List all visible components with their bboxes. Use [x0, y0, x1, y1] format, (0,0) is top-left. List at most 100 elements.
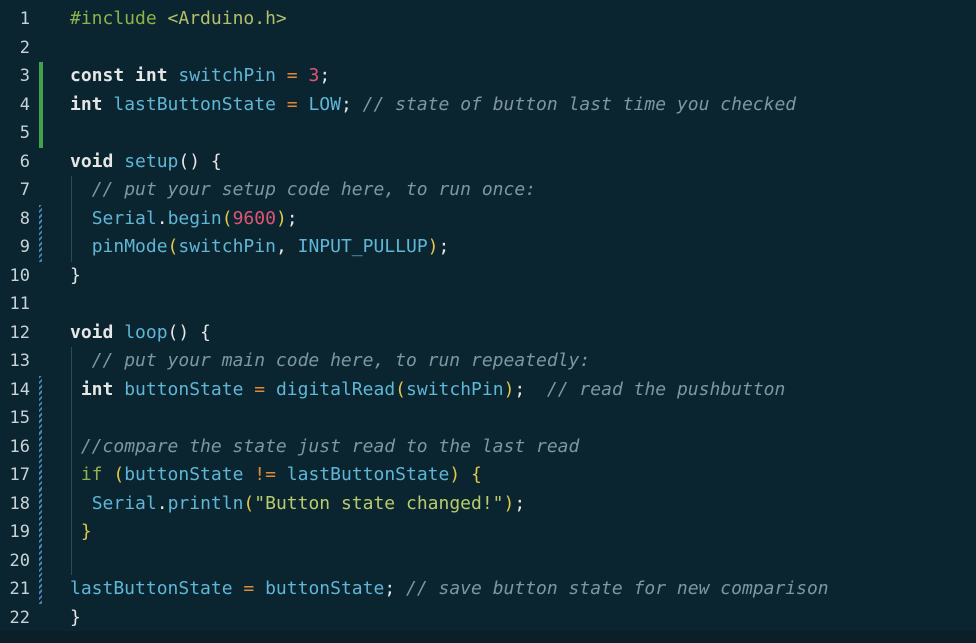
code-line[interactable]: 10}: [0, 262, 976, 291]
code-token: lastButtonState: [113, 93, 276, 115]
code-token: // put your main code here, to run repea…: [91, 350, 591, 371]
line-number: 7: [19, 180, 30, 200]
code-line[interactable]: 3 const int switchPin = 3;: [0, 62, 976, 91]
code-token: (: [221, 207, 233, 229]
line-number: 5: [19, 123, 30, 143]
gutter-added-marker[interactable]: [39, 62, 43, 91]
code-line[interactable]: 12 void loop() {: [0, 319, 976, 348]
code-line[interactable]: 1 #include <Arduino.h>: [0, 5, 976, 34]
code-line[interactable]: 5: [0, 119, 976, 148]
code-line[interactable]: 13 // put your main code here, to run re…: [0, 347, 976, 376]
code-line[interactable]: 7 // put your setup code here, to run on…: [0, 176, 976, 205]
gutter-modified-marker[interactable]: [39, 518, 42, 547]
gutter-modified-marker[interactable]: [39, 404, 42, 433]
gutter-modified-marker[interactable]: [39, 489, 42, 518]
code-token: =: [254, 378, 266, 400]
code-token: lastButtonState: [70, 578, 233, 599]
code-line[interactable]: 22}: [0, 604, 976, 633]
code-text: // put your setup code here, to run once…: [70, 176, 536, 205]
code-token: ): [503, 378, 515, 400]
code-token: switchPin: [406, 378, 504, 400]
code-line[interactable]: 14 int buttonState = digitalRead(switchP…: [0, 375, 976, 404]
line-number: 17: [9, 465, 30, 485]
code-text: Serial.println("Button state changed!");: [70, 490, 526, 519]
line-number: 21: [9, 579, 30, 599]
code-text: const int switchPin = 3;: [70, 62, 330, 91]
code-token: // read the pushbutton: [546, 378, 786, 400]
code-token: ;: [319, 65, 331, 86]
code-token: LOW: [308, 93, 341, 115]
code-line[interactable]: 9 pinMode(switchPin, INPUT_PULLUP);: [0, 233, 976, 262]
code-line[interactable]: 17 if (buttonState != lastButtonState) {: [0, 461, 976, 490]
gutter-modified-marker[interactable]: [39, 546, 42, 575]
code-token: loop: [124, 321, 168, 343]
code-token: //compare the state just read to the las…: [80, 435, 580, 457]
gutter-added-marker[interactable]: [39, 90, 43, 119]
code-token: }: [80, 521, 92, 542]
code-token: lastButtonState: [286, 464, 450, 485]
code-text: Serial.begin(9600);: [70, 205, 298, 234]
code-text: if (buttonState != lastButtonState) {: [70, 461, 482, 490]
code-token: ): [449, 464, 461, 485]
code-line[interactable]: 2: [0, 34, 976, 63]
line-number: 2: [19, 37, 30, 58]
code-token: int: [135, 65, 179, 86]
code-token: (: [113, 464, 125, 485]
code-token: =: [286, 93, 298, 115]
gutter-modified-marker[interactable]: [39, 432, 42, 461]
code-line[interactable]: 21 lastButtonState = buttonState; // save…: [0, 575, 976, 604]
line-number: 15: [9, 408, 30, 428]
code-token: println: [167, 492, 244, 514]
code-token: buttonState: [265, 578, 385, 599]
code-token: .: [156, 207, 168, 229]
gutter-modified-marker[interactable]: [39, 375, 42, 404]
gutter-modified-marker[interactable]: [39, 204, 42, 233]
code-token: (: [395, 378, 407, 400]
code-token: }: [70, 606, 81, 628]
code-line[interactable]: 18 Serial.println("Button state changed!…: [0, 489, 976, 519]
code-line[interactable]: 6 void setup() {: [0, 148, 976, 177]
code-token: #include: [70, 8, 168, 29]
line-number: 10: [9, 265, 30, 286]
line-number: 9: [19, 237, 30, 257]
code-line[interactable]: 19 }: [0, 518, 976, 547]
code-editor[interactable]: 1 #include <Arduino.h> 2 3 const int switchP…: [0, 0, 976, 643]
line-number: 22: [9, 607, 30, 628]
code-token: {: [471, 464, 482, 485]
code-text: int lastButtonState = LOW; // state of b…: [70, 91, 796, 120]
code-text: lastButtonState = buttonState; // save b…: [70, 575, 829, 604]
code-text: // put your main code here, to run repea…: [70, 347, 591, 376]
code-token: int: [80, 378, 125, 400]
line-number: 4: [19, 94, 30, 115]
gutter-added-marker[interactable]: [39, 119, 43, 148]
gutter-modified-marker[interactable]: [39, 233, 42, 262]
code-token: int: [70, 93, 114, 115]
code-line[interactable]: 16 //compare the state just read to the …: [0, 432, 976, 461]
code-text: pinMode(switchPin, INPUT_PULLUP);: [70, 233, 450, 262]
gutter-modified-marker[interactable]: [39, 575, 42, 604]
code-text: #include <Arduino.h>: [70, 5, 287, 34]
code-line[interactable]: 15: [0, 404, 976, 433]
code-line[interactable]: 20: [0, 546, 976, 575]
code-token: "Button state changed!": [254, 492, 504, 514]
code-token: Serial: [91, 492, 157, 514]
code-token: 3: [308, 65, 320, 86]
line-number: 1: [19, 9, 30, 29]
code-token: switchPin: [178, 65, 276, 86]
code-line[interactable]: 8 Serial.begin(9600);: [0, 204, 976, 234]
gutter-modified-marker[interactable]: [39, 461, 42, 490]
code-line[interactable]: 11: [0, 290, 976, 319]
code-token: (: [167, 236, 179, 257]
line-number: 19: [9, 522, 30, 542]
code-line[interactable]: 4 int lastButtonState = LOW; // state of …: [0, 90, 976, 120]
code-token: // put your setup code here, to run once…: [91, 179, 537, 200]
code-token: !=: [254, 464, 276, 485]
